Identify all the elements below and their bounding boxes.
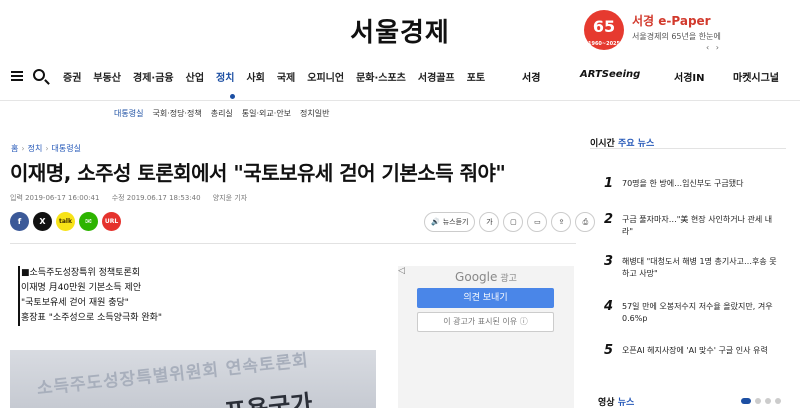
ad-label: Google 광고: [398, 270, 574, 284]
news-title[interactable]: 해병대 "대청도서 해병 1명 총기사고…후송 못하고 사망": [622, 256, 782, 280]
share-icon[interactable]: ⇪: [551, 212, 572, 232]
facebook-share-icon[interactable]: f: [10, 212, 29, 231]
rank-number: 4: [604, 299, 614, 314]
font-size-button[interactable]: 가: [479, 212, 500, 232]
active-nav-indicator: [230, 94, 235, 99]
divider: [0, 100, 800, 101]
x-share-icon[interactable]: X: [33, 212, 52, 231]
share-bar: f X talk ✉ URL: [10, 212, 121, 231]
subnav-item-politics-general[interactable]: 정치일반: [300, 108, 329, 119]
anniversary-badge: 65 1960~2025: [584, 10, 624, 50]
summary-line: ■소득주도성장특위 정책토론회: [21, 268, 141, 278]
ad-small-label: 광고: [500, 274, 517, 284]
badge-years: 1960~2025: [587, 41, 621, 47]
nav-item-politics[interactable]: 정치: [216, 69, 234, 84]
nav-item-opinion[interactable]: 오피니언: [307, 69, 344, 84]
breadcrumb-presidential-office[interactable]: 대통령실: [52, 144, 81, 153]
brand-link-artseeing[interactable]: ARTSeeing: [580, 69, 640, 80]
divider: [10, 243, 576, 244]
summary-line: "국토보유세 걷어 재원 충당": [21, 298, 129, 308]
news-title[interactable]: 오픈AI 헤지사장에 'AI 맞수' 구글 인사 유력: [622, 345, 782, 357]
nav-item-photo[interactable]: 포토: [467, 69, 485, 84]
published-date: 입력 2019-06-17 16:00:41: [10, 194, 100, 202]
menu-icon[interactable]: [11, 71, 23, 81]
divider: [590, 148, 786, 149]
article-summary: ■소득주도성장특위 정책토론회 이재명 月40만원 기본소득 제안 "국토보유세…: [18, 266, 162, 326]
comment-icon[interactable]: ▭: [527, 212, 548, 232]
rank-number: 5: [604, 343, 614, 358]
nav-item-realestate[interactable]: 부동산: [93, 69, 121, 84]
category-nav: 증권 부동산 경제·금융 산업 정치 사회 국제 오피니언 문화·스포츠 서경골…: [63, 69, 485, 84]
speaker-icon: 🔊: [431, 218, 440, 226]
google-ad: ◁ Google 광고 의견 보내기 이 광고가 표시된 이유 ⓘ: [398, 266, 574, 408]
news-title[interactable]: 57일 만에 오봉저수지 저수율 올랐지만, 겨우 0.6%p: [622, 301, 782, 325]
summary-line: 홍장표 "소주성으로 소득양극화 완화": [21, 313, 163, 323]
video-title-main: 뉴스: [617, 398, 635, 408]
rank-number: 2: [604, 212, 614, 227]
nav-item-society[interactable]: 사회: [246, 69, 264, 84]
listen-label: 뉴스듣기: [442, 218, 469, 226]
article-tools: 🔊 뉴스듣기 가 ▢ ▭ ⇪ ⎙: [424, 212, 596, 232]
nav-item-industry[interactable]: 산업: [186, 69, 204, 84]
badge-number: 65: [592, 17, 616, 36]
email-share-icon[interactable]: ✉: [79, 212, 98, 231]
video-title-prefix: 영상: [598, 398, 615, 408]
article-meta: 입력 2019-06-17 16:00:41 수정 2019.06.17 18:…: [10, 193, 257, 203]
brand-link-seokyung[interactable]: 서경: [522, 69, 540, 84]
carousel-dot[interactable]: [765, 398, 771, 404]
send-feedback-button[interactable]: 의견 보내기: [417, 288, 554, 308]
nav-item-golf[interactable]: 서경골프: [418, 69, 455, 84]
nav-item-world[interactable]: 국제: [277, 69, 295, 84]
rank-number: 1: [604, 176, 614, 191]
subnav-item-presidential-office[interactable]: 대통령실: [114, 108, 143, 119]
carousel-dot[interactable]: [775, 398, 781, 404]
article-photo[interactable]: 소득주도성장특별위원회 연속토론회 포용국가: [10, 350, 376, 408]
subnav-item-assembly[interactable]: 국회·정당·정책: [152, 108, 201, 119]
epaper-title[interactable]: 서경 e-Paper: [632, 12, 711, 29]
nav-item-stocks[interactable]: 증권: [63, 69, 81, 84]
article-headline: 이재명, 소주성 토론회에서 "국토보유세 걷어 기본소득 줘야": [10, 161, 506, 185]
news-title[interactable]: 구금 풀자마자…"美 현장 사인하거나 관세 내라": [622, 214, 782, 238]
subnav-item-unification[interactable]: 통일·외교·안보: [242, 108, 291, 119]
author-name[interactable]: 양지윤 기자: [213, 194, 247, 202]
google-label: Google: [455, 270, 498, 284]
carousel-dot[interactable]: [755, 398, 761, 404]
nav-item-culture-sports[interactable]: 문화·스포츠: [356, 69, 406, 84]
print-icon[interactable]: ⎙: [575, 212, 596, 232]
rank-number: 3: [604, 254, 614, 269]
kakaotalk-share-icon[interactable]: talk: [56, 212, 75, 231]
breadcrumb-home[interactable]: 홈: [11, 144, 18, 153]
breadcrumb-politics[interactable]: 정치: [28, 144, 43, 153]
modified-date: 수정 2019.06.17 18:53:40: [111, 194, 201, 202]
carousel-dot[interactable]: [741, 398, 751, 404]
carousel-pagination: [741, 398, 781, 404]
search-icon[interactable]: [33, 69, 45, 81]
listen-button[interactable]: 🔊 뉴스듣기: [424, 212, 476, 232]
subnav-item-pm-office[interactable]: 총리실: [211, 108, 233, 119]
brand-link-seokyung-in[interactable]: 서경IN: [674, 69, 705, 84]
nav-item-economy[interactable]: 경제·금융: [133, 69, 174, 84]
sub-category-nav: 대통령실 국회·정당·정책 총리실 통일·외교·안보 정치일반: [114, 108, 330, 119]
video-news-title: 영상 뉴스: [598, 395, 634, 408]
photo-banner-text-large: 포용국가: [223, 389, 314, 408]
popular-news-panel: 이시간 주요 뉴스 1 70명을 한 방에…임신부도 구금됐다 2 구금 풀자마…: [590, 136, 786, 358]
brand-link-market-signal[interactable]: 마켓시그널: [733, 69, 779, 84]
news-title[interactable]: 70명을 한 방에…임신부도 구금됐다: [622, 178, 782, 190]
url-copy-icon[interactable]: URL: [102, 212, 121, 231]
epaper-carousel-arrows[interactable]: ‹ ›: [706, 43, 721, 52]
epaper-subtitle: 서울경제의 65년을 한눈에: [632, 32, 721, 41]
breadcrumb: 홈 › 정치 › 대통령실: [11, 144, 81, 153]
bookmark-icon[interactable]: ▢: [503, 212, 524, 232]
summary-line: 이재명 月40만원 기본소득 제안: [21, 283, 142, 293]
why-this-ad-button[interactable]: 이 광고가 표시된 이유 ⓘ: [417, 312, 554, 332]
epaper-banner[interactable]: 65 1960~2025 서경 e-Paper 서울경제의 65년을 한눈에 ‹…: [584, 10, 784, 52]
